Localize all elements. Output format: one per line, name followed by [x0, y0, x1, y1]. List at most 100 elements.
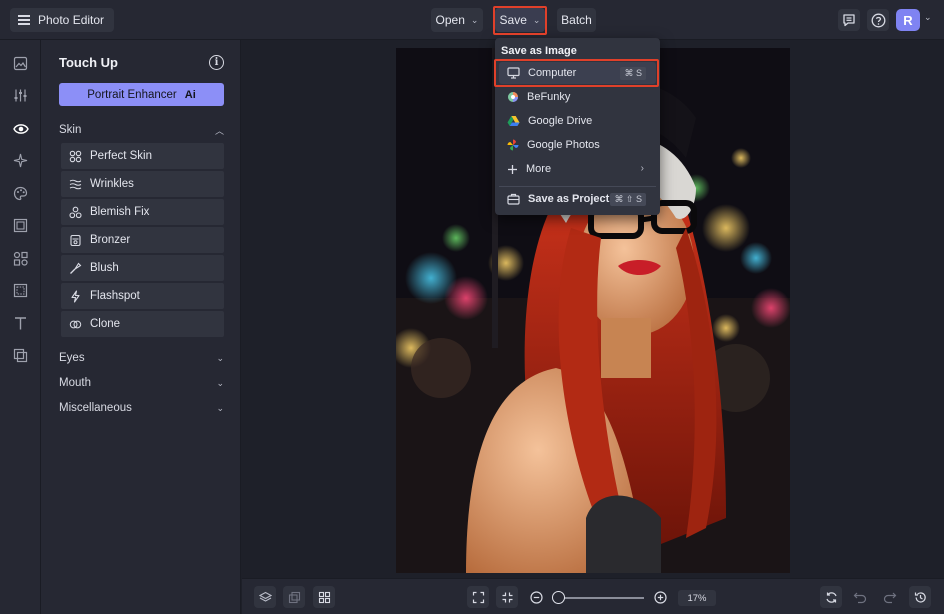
user-avatar[interactable]: R	[896, 9, 920, 31]
grid-button[interactable]	[313, 586, 335, 608]
more-save-options-item[interactable]: More ›	[499, 158, 656, 180]
rail-effects[interactable]	[12, 152, 29, 169]
touch-up-panel: Touch Up i Portrait Enhancer Ai Skin ︿ P…	[41, 40, 241, 614]
fit-to-screen-button[interactable]	[467, 586, 489, 608]
chevron-right-icon: ›	[640, 163, 644, 174]
reset-button[interactable]	[820, 586, 842, 608]
rail-touch-up[interactable]	[12, 120, 29, 137]
tool-label: Clone	[90, 318, 121, 330]
sparkles-icon	[13, 153, 28, 168]
befunky-logo-icon	[508, 92, 518, 102]
save-as-project-item[interactable]: Save as Project ⌘ ⇧ S	[499, 188, 656, 210]
refresh-icon	[825, 591, 837, 603]
rail-textures[interactable]	[12, 347, 29, 364]
help-icon	[871, 13, 885, 27]
tool-clone[interactable]: Clone	[61, 311, 224, 337]
text-icon	[15, 317, 26, 330]
menu-divider	[499, 186, 656, 187]
image-icon	[13, 56, 28, 71]
zoom-value[interactable]: 17%	[678, 590, 716, 606]
save-to-befunky-label: BeFunky	[527, 91, 571, 103]
grid-icon	[318, 591, 330, 603]
section-eyes[interactable]: Eyes ⌄	[59, 350, 224, 366]
section-miscellaneous[interactable]: Miscellaneous ⌄	[59, 400, 224, 416]
open-button[interactable]: Open ⌄	[431, 8, 483, 32]
save-dropdown-menu: Save as Image Computer ⌘ S BeFunky Googl…	[495, 38, 660, 215]
photo-editor-app: Photo Editor Open ⌄ Save ⌄ Batch R ⌄ Tou…	[0, 0, 944, 614]
rail-adjust[interactable]	[12, 87, 29, 104]
zoom-slider-handle[interactable]	[552, 591, 565, 604]
save-button[interactable]: Save ⌄	[495, 8, 545, 32]
shapes-icon	[13, 251, 28, 266]
redo-icon[interactable]	[883, 591, 897, 604]
layers-icon	[13, 348, 28, 363]
tool-label: Wrinkles	[90, 178, 134, 190]
section-label: Eyes	[59, 352, 85, 364]
comment-icon	[843, 14, 855, 27]
section-label: Mouth	[59, 377, 91, 389]
zoom-in-icon[interactable]	[654, 591, 667, 604]
compare-button[interactable]	[283, 586, 305, 608]
compare-icon	[288, 591, 300, 603]
save-to-computer-item[interactable]: Computer ⌘ S	[499, 62, 656, 84]
tool-label: Perfect Skin	[90, 150, 152, 162]
palette-icon	[13, 186, 28, 201]
tool-bronzer[interactable]: Bronzer	[61, 227, 224, 253]
batch-button[interactable]: Batch	[557, 8, 596, 32]
save-to-computer-label: Computer	[528, 67, 577, 79]
chevron-down-icon: ⌄	[216, 402, 224, 413]
rail-edit[interactable]	[12, 55, 29, 72]
chevron-down-icon: ⌄	[532, 14, 541, 25]
app-name-label: Photo Editor	[38, 13, 105, 27]
comments-button[interactable]	[838, 9, 860, 31]
save-to-google-photos-label: Google Photos	[527, 139, 600, 151]
undo-icon[interactable]	[853, 591, 867, 604]
blemish-fix-icon	[69, 206, 82, 219]
rail-graphics[interactable]	[12, 250, 29, 267]
ai-badge: Ai	[184, 88, 196, 101]
expand-icon	[472, 591, 484, 603]
tool-blemish-fix[interactable]: Blemish Fix	[61, 199, 224, 225]
section-skin[interactable]: Skin ︿	[59, 122, 224, 138]
layers-button[interactable]	[254, 586, 276, 608]
clone-icon	[69, 318, 82, 331]
tool-rail	[0, 40, 41, 614]
rail-frames[interactable]	[12, 217, 29, 234]
google-drive-icon	[507, 116, 520, 126]
batch-label: Batch	[561, 13, 592, 27]
rail-overlays[interactable]	[12, 282, 29, 299]
save-to-google-photos-item[interactable]: Google Photos	[499, 134, 656, 156]
app-menu-button[interactable]: Photo Editor	[10, 8, 115, 32]
rail-artsy[interactable]	[12, 185, 29, 202]
actual-size-button[interactable]	[496, 586, 518, 608]
tool-perfect-skin[interactable]: Perfect Skin	[61, 143, 224, 169]
section-mouth[interactable]: Mouth ⌄	[59, 375, 224, 391]
portrait-enhancer-button[interactable]: Portrait Enhancer Ai	[59, 83, 224, 106]
rail-text[interactable]	[12, 315, 29, 332]
chevron-down-icon[interactable]: ⌄	[924, 12, 932, 23]
tool-label: Flashspot	[90, 290, 140, 302]
history-button[interactable]	[909, 586, 931, 608]
tool-flashspot[interactable]: Flashspot	[61, 283, 224, 309]
hamburger-icon	[18, 15, 30, 25]
tool-wrinkles[interactable]: Wrinkles	[61, 171, 224, 197]
briefcase-icon	[507, 193, 520, 205]
eye-icon	[12, 123, 29, 134]
frame-icon	[13, 218, 28, 233]
zoom-slider-track[interactable]	[558, 597, 644, 599]
zoom-out-icon[interactable]	[530, 591, 543, 604]
blush-brush-icon	[69, 262, 82, 275]
tool-label: Bronzer	[90, 234, 131, 246]
chevron-down-icon: ⌄	[216, 352, 224, 363]
sliders-icon	[14, 89, 27, 102]
shrink-icon	[502, 592, 512, 602]
save-to-google-drive-item[interactable]: Google Drive	[499, 110, 656, 132]
bronzer-icon	[69, 234, 82, 247]
tool-blush[interactable]: Blush	[61, 255, 224, 281]
save-to-befunky-item[interactable]: BeFunky	[499, 86, 656, 108]
panel-title: Touch Up	[59, 55, 118, 70]
plus-icon	[508, 164, 517, 174]
tool-label: Blemish Fix	[90, 206, 150, 218]
help-button[interactable]	[867, 9, 889, 31]
info-icon[interactable]: i	[209, 55, 224, 70]
